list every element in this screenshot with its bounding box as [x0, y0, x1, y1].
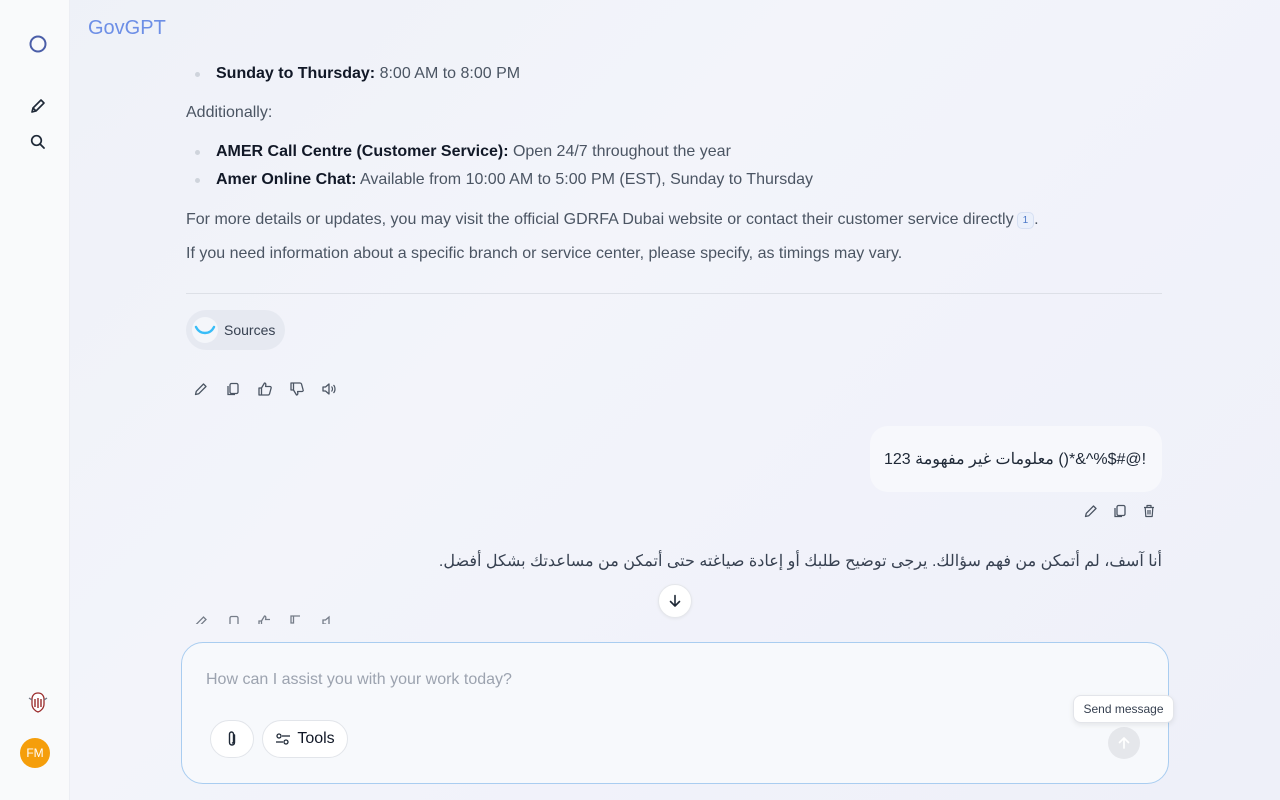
thumbs-up-icon[interactable]	[255, 612, 275, 624]
paragraph-additionally: Additionally:	[186, 104, 273, 121]
citation-badge[interactable]: 1	[1016, 212, 1035, 229]
assistant-reply-text: أنا آسف، لم أتمكن من فهم سؤالك. يرجى توض…	[438, 553, 1162, 570]
copy-icon[interactable]	[223, 379, 243, 399]
list-item-label: AMER Call Centre (Customer Service):	[216, 143, 509, 160]
details-end: .	[1034, 211, 1039, 228]
edit-icon[interactable]	[1081, 501, 1101, 521]
paragraph-details: For more details or updates, you may vis…	[186, 208, 1162, 232]
paperclip-icon	[228, 731, 236, 746]
emblem-icon	[24, 688, 52, 716]
speaker-icon[interactable]	[319, 379, 339, 399]
edit-icon[interactable]	[191, 379, 211, 399]
sources-label: Sources	[224, 322, 276, 338]
message-input[interactable]	[206, 671, 1066, 689]
thumbs-down-icon[interactable]	[287, 379, 307, 399]
edit-icon[interactable]	[191, 612, 211, 624]
list-item-text: Open 24/7 throughout the year	[508, 143, 731, 160]
list-item-label: Amer Online Chat:	[216, 171, 357, 188]
list-item-text: Available from 10:00 AM to 5:00 PM (EST)…	[356, 171, 813, 188]
tools-label: Tools	[297, 730, 335, 747]
composer: Tools	[181, 642, 1169, 784]
new-chat-pencil-icon[interactable]	[24, 92, 52, 120]
list-item: Sunday to Thursday: 8:00 AM to 8:00 PM	[186, 60, 1162, 88]
send-tooltip: Send message	[1073, 695, 1174, 723]
list-item: Amer Online Chat: Available from 10:00 A…	[186, 166, 1162, 194]
divider	[186, 293, 1162, 294]
user-avatar[interactable]: FM	[20, 738, 50, 768]
assistant-reply: أنا آسف، لم أتمكن من فهم سؤالك. يرجى توض…	[300, 550, 1162, 574]
speaker-icon[interactable]	[319, 612, 339, 624]
sidebar: FM	[0, 0, 70, 800]
extras-list: AMER Call Centre (Customer Service): Ope…	[186, 138, 1162, 194]
circle-logo-icon[interactable]	[24, 30, 52, 58]
assistant-actions	[191, 379, 339, 399]
assistant-actions-partial	[186, 610, 346, 624]
arrow-down-icon	[669, 594, 681, 607]
thumbs-down-icon[interactable]	[287, 612, 307, 624]
user-message-actions	[1081, 501, 1159, 521]
paragraph-branch-note: If you need information about a specific…	[186, 245, 903, 262]
user-message-text: !@#$%^&*() معلومات غير مفهومة 123	[884, 451, 1147, 468]
arrow-up-icon	[1118, 737, 1130, 749]
thumbs-up-icon[interactable]	[255, 379, 275, 399]
user-message: !@#$%^&*() معلومات غير مفهومة 123	[870, 426, 1162, 492]
list-item-label: Sunday to Thursday:	[216, 65, 376, 82]
copy-icon[interactable]	[1110, 501, 1130, 521]
details-text: For more details or updates, you may vis…	[186, 211, 1014, 228]
copy-icon[interactable]	[223, 612, 243, 624]
search-icon[interactable]	[24, 128, 52, 156]
hours-list: Sunday to Thursday: 8:00 AM to 8:00 PM	[186, 60, 1162, 88]
attach-button[interactable]	[210, 720, 254, 758]
list-item-text: 8:00 AM to 8:00 PM	[375, 65, 521, 82]
tools-button[interactable]: Tools	[262, 720, 348, 758]
sources-logo-icon	[192, 317, 218, 343]
list-item: AMER Call Centre (Customer Service): Ope…	[186, 138, 1162, 166]
send-button[interactable]	[1108, 727, 1140, 759]
brand-title: GovGPT	[88, 17, 166, 39]
tools-sliders-icon	[276, 733, 291, 745]
assistant-message: Sunday to Thursday: 8:00 AM to 8:00 PM A…	[186, 60, 1162, 266]
sources-button[interactable]: Sources	[186, 310, 286, 350]
delete-icon[interactable]	[1139, 501, 1159, 521]
scroll-to-bottom-button[interactable]	[658, 584, 692, 618]
